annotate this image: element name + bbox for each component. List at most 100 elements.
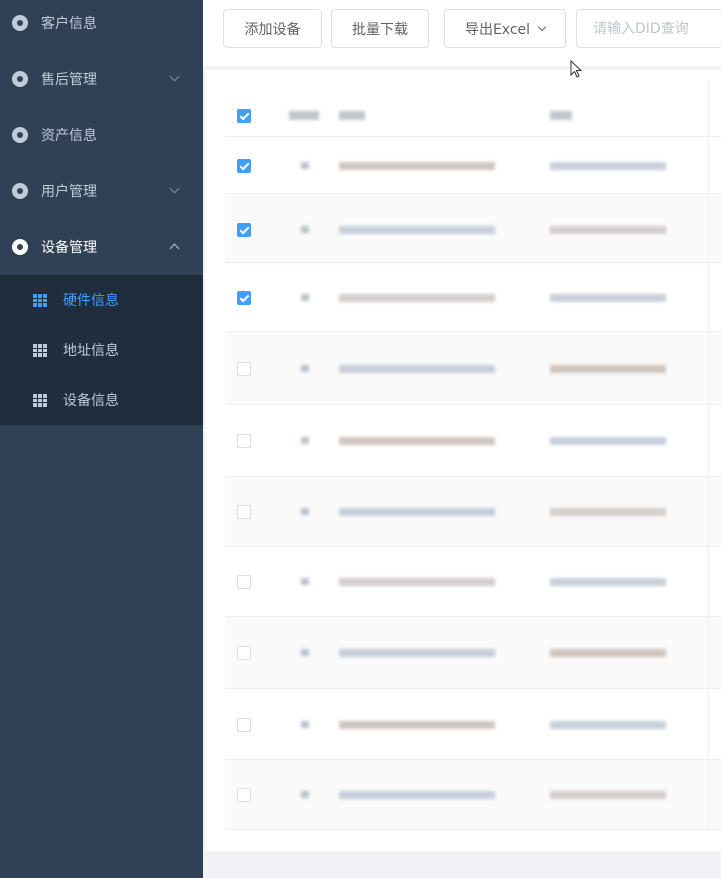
row-data-cell-1	[339, 578, 495, 586]
menu-label: 客户信息	[41, 16, 97, 32]
row-data-cell-1	[339, 365, 495, 373]
device-submenu: 硬件信息 地址信息 设备信息	[0, 275, 203, 425]
submenu-item-hardware-info[interactable]: 硬件信息	[0, 275, 203, 325]
user-icon	[12, 183, 28, 199]
column-divider	[708, 760, 709, 829]
submenu-label: 设备信息	[63, 393, 119, 409]
row-checkbox[interactable]	[237, 788, 251, 802]
header-cell-column-1	[339, 111, 365, 120]
column-divider	[708, 137, 709, 193]
row-index-cell	[301, 365, 309, 372]
menu-item-device-management[interactable]: 设备管理	[0, 219, 203, 275]
row-index-cell	[301, 437, 309, 444]
chevron-down-icon	[537, 22, 547, 31]
did-search-input[interactable]	[576, 9, 721, 48]
row-index-cell	[301, 721, 309, 728]
column-divider	[708, 196, 709, 262]
row-data-cell-1	[339, 226, 495, 234]
column-divider	[708, 332, 709, 404]
row-checkbox[interactable]	[237, 223, 251, 237]
table-row[interactable]	[225, 760, 721, 830]
after-sales-icon	[12, 71, 28, 87]
chevron-up-icon	[169, 243, 180, 254]
row-index-cell	[301, 162, 309, 169]
row-index-cell	[301, 294, 309, 301]
row-data-cell-2	[550, 508, 666, 516]
row-data-cell-1	[339, 162, 495, 170]
menu-item-customer-info[interactable]: 客户信息	[0, 0, 203, 51]
chevron-down-icon	[169, 183, 180, 194]
column-divider	[708, 689, 709, 759]
row-data-cell-2	[550, 365, 666, 373]
submenu-item-address-info[interactable]: 地址信息	[0, 325, 203, 375]
export-excel-label: 导出Excel	[464, 21, 531, 38]
menu-label: 售后管理	[41, 72, 97, 88]
row-checkbox[interactable]	[237, 575, 251, 589]
table-row[interactable]	[225, 137, 721, 194]
column-divider	[708, 405, 709, 476]
row-data-cell-1	[339, 508, 495, 516]
row-checkbox[interactable]	[237, 362, 251, 376]
main-content: 添加设备 批量下载 导出Excel	[203, 0, 721, 878]
column-divider	[708, 477, 709, 546]
row-checkbox[interactable]	[237, 434, 251, 448]
menu-item-asset-info[interactable]: 资产信息	[0, 107, 203, 163]
row-data-cell-2	[550, 791, 666, 799]
row-data-cell-1	[339, 721, 495, 729]
select-all-checkbox[interactable]	[237, 109, 251, 123]
menu-label: 资产信息	[41, 128, 97, 144]
menu-item-after-sales[interactable]: 售后管理	[0, 51, 203, 107]
table-header	[225, 80, 721, 137]
column-divider	[708, 617, 709, 688]
asset-icon	[12, 127, 28, 143]
row-checkbox[interactable]	[237, 646, 251, 660]
add-device-button[interactable]: 添加设备	[223, 9, 322, 48]
table-card	[205, 70, 721, 851]
table-row[interactable]	[225, 196, 721, 263]
export-excel-button[interactable]: 导出Excel	[444, 9, 566, 48]
header-cell-column-2	[550, 111, 572, 120]
table-row[interactable]	[225, 263, 721, 332]
menu-item-user-management[interactable]: 用户管理	[0, 163, 203, 219]
submenu-label: 地址信息	[63, 343, 119, 359]
row-checkbox[interactable]	[237, 291, 251, 305]
table-row[interactable]	[225, 547, 721, 617]
row-checkbox[interactable]	[237, 718, 251, 732]
customer-icon	[12, 15, 28, 31]
chevron-down-icon	[169, 71, 180, 82]
table-row[interactable]	[225, 332, 721, 405]
table-row[interactable]	[225, 617, 721, 689]
row-checkbox[interactable]	[237, 159, 251, 173]
row-data-cell-1	[339, 791, 495, 799]
submenu-label: 硬件信息	[63, 293, 119, 309]
mouse-cursor-icon	[570, 60, 582, 78]
table-row[interactable]	[225, 689, 721, 760]
row-data-cell-2	[550, 649, 666, 657]
menu-label: 设备管理	[41, 240, 97, 256]
table-row[interactable]	[225, 477, 721, 547]
grid-icon	[33, 293, 47, 307]
table-row[interactable]	[225, 405, 721, 477]
row-index-cell	[301, 791, 309, 798]
column-divider	[708, 263, 709, 331]
device-icon	[12, 239, 28, 255]
row-index-cell	[301, 226, 309, 233]
column-divider	[708, 80, 709, 136]
batch-download-button[interactable]: 批量下载	[331, 9, 429, 48]
submenu-item-device-info[interactable]: 设备信息	[0, 375, 203, 425]
row-index-cell	[301, 508, 309, 515]
row-data-cell-1	[339, 294, 495, 302]
row-data-cell-2	[550, 226, 666, 234]
row-index-cell	[301, 578, 309, 585]
row-data-cell-2	[550, 578, 666, 586]
grid-icon	[33, 343, 47, 357]
sidebar: 客户信息 售后管理 资产信息 用户管理 设备管理 硬件信息 地址信息 设备信息	[0, 0, 203, 878]
row-checkbox[interactable]	[237, 505, 251, 519]
menu-label: 用户管理	[41, 184, 97, 200]
row-data-cell-1	[339, 437, 495, 445]
toolbar: 添加设备 批量下载 导出Excel	[203, 0, 721, 66]
header-cell-index	[289, 111, 319, 120]
grid-icon	[33, 393, 47, 407]
column-divider	[708, 547, 709, 616]
row-index-cell	[301, 649, 309, 656]
